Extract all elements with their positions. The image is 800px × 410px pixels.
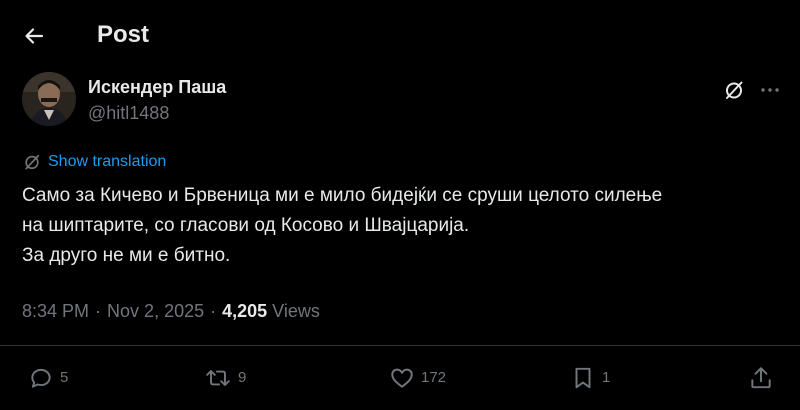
reply-count: 5: [60, 369, 69, 386]
views-label: Views: [272, 301, 320, 321]
bookmark-button[interactable]: 1: [570, 362, 610, 394]
translate-icon: [25, 154, 40, 170]
like-button[interactable]: 172: [389, 362, 446, 394]
grok-button[interactable]: [718, 74, 750, 106]
page-header: Post: [0, 0, 800, 72]
tweet-text-line: За друго не ми е битно.: [22, 245, 231, 266]
tweet-text-line: Само за Кичево и Брвеница ми е мило биде…: [22, 185, 663, 206]
like-count: 172: [421, 369, 447, 386]
repost-icon: [206, 370, 230, 386]
meta-separator: ·: [95, 301, 102, 321]
page-title: Post: [97, 21, 150, 48]
repost-button[interactable]: 9: [204, 362, 246, 394]
arrow-left-icon: [25, 28, 44, 44]
reply-icon: [31, 368, 51, 388]
tweet-text-line: на шиптарите, со гласови од Косово и Шва…: [22, 215, 470, 236]
reply-button[interactable]: 5: [28, 362, 68, 394]
show-translation-label: Show translation: [48, 153, 167, 170]
bookmark-icon: [575, 367, 591, 389]
tweet-text: Само за Кичево и Брвеница ми е мило биде…: [22, 181, 782, 271]
action-bar: 5 9 172 1: [0, 352, 800, 404]
more-button[interactable]: [754, 74, 786, 106]
more-horizontal-icon: [761, 88, 779, 92]
bookmark-count: 1: [602, 369, 611, 386]
share-icon: [751, 367, 771, 389]
author-name[interactable]: Искендер Паша: [88, 76, 226, 98]
meta-separator: ·: [210, 301, 217, 321]
grok-icon: [726, 81, 743, 99]
back-button[interactable]: [14, 16, 54, 56]
avatar-image: [22, 72, 76, 126]
show-translation-link[interactable]: Show translation: [22, 151, 166, 173]
repost-count: 9: [238, 369, 247, 386]
views-count: 4,205: [222, 301, 268, 321]
author-handle[interactable]: @hitl1488: [88, 102, 169, 124]
tweet-meta: 8:34 PM · Nov 2, 2025 · 4,205 Views: [22, 298, 320, 324]
author-avatar[interactable]: [22, 72, 76, 126]
divider: [0, 345, 800, 346]
heart-icon: [391, 368, 413, 388]
share-button[interactable]: [748, 362, 774, 394]
tweet-time[interactable]: 8:34 PM: [22, 298, 89, 324]
tweet-date[interactable]: Nov 2, 2025: [107, 298, 204, 324]
